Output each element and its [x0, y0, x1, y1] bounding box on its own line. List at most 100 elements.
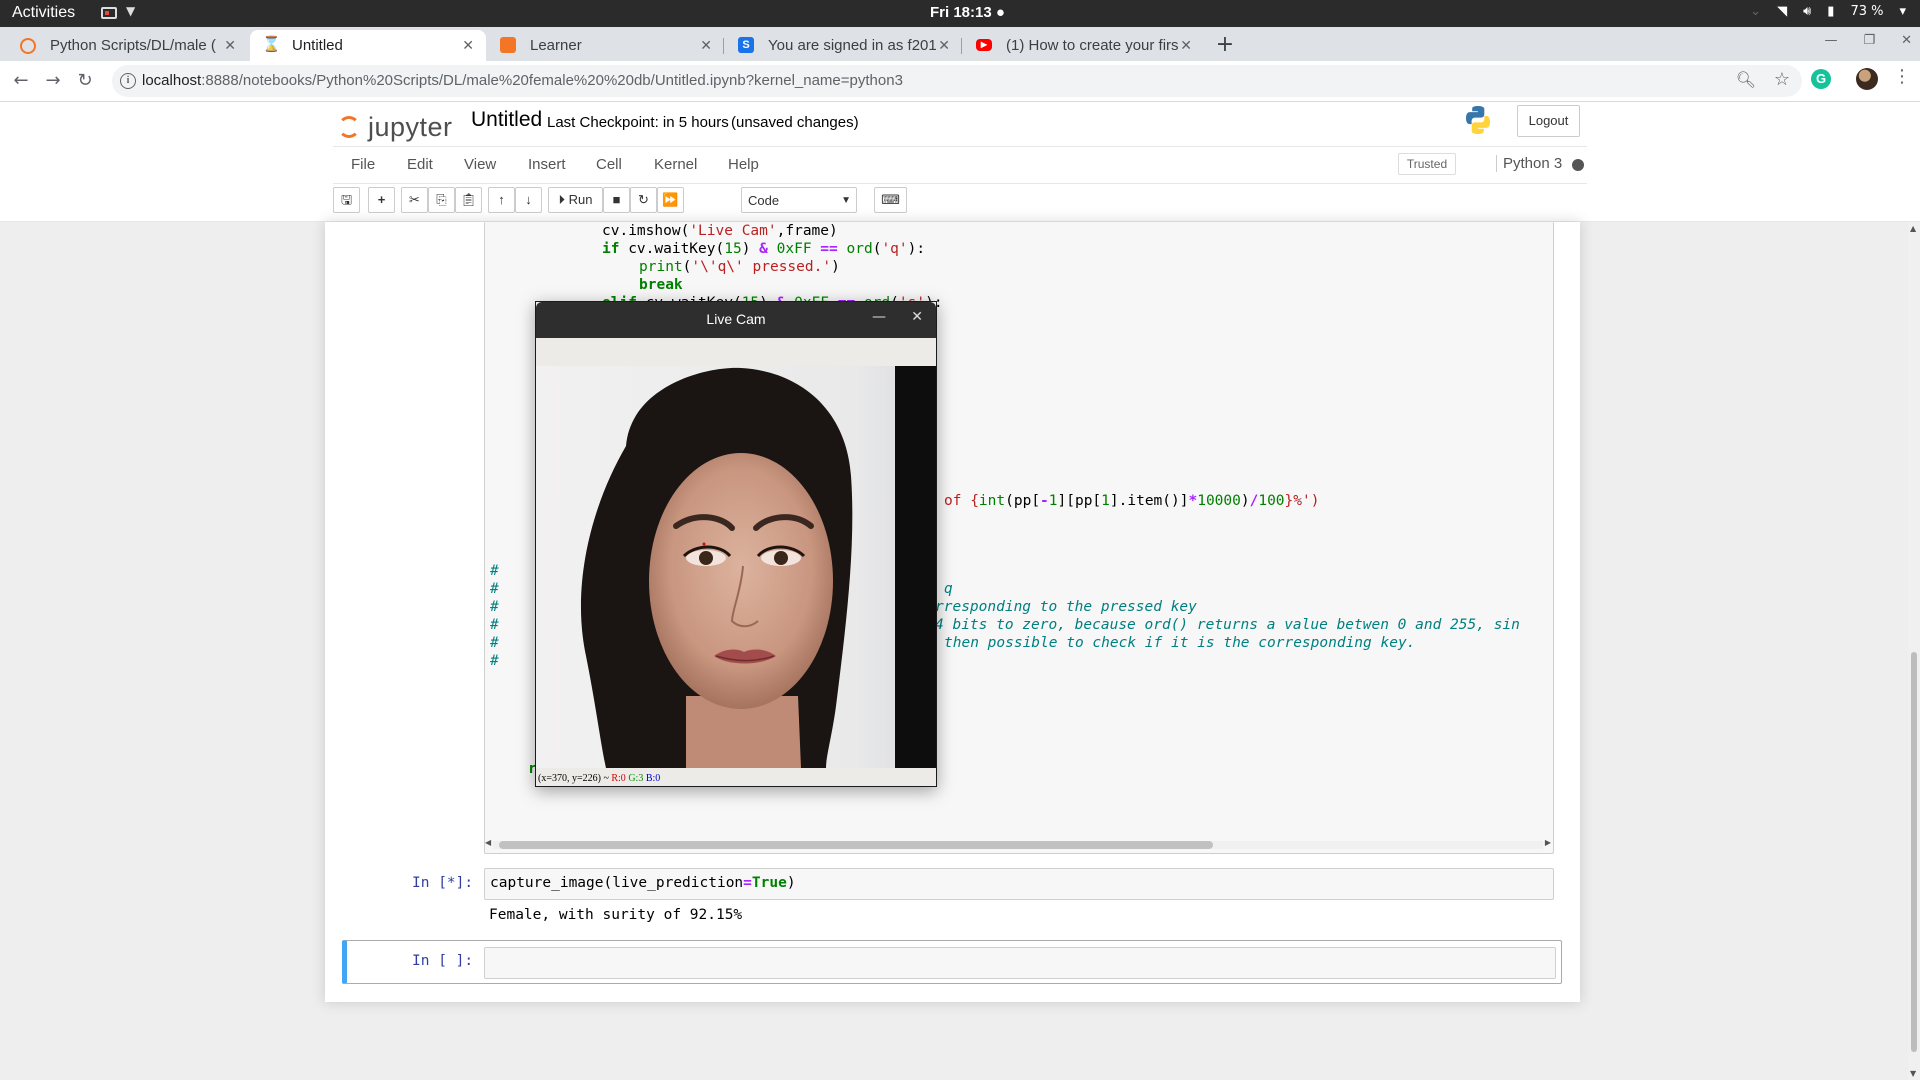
step-forward-icon: ⏵ [558, 192, 566, 207]
url-text[interactable]: localhost:8888/notebooks/Python%20Script… [142, 72, 903, 89]
menu-edit[interactable]: Edit [407, 156, 433, 173]
comment-line: # [490, 617, 499, 633]
menu-view[interactable]: View [464, 156, 496, 173]
tab-python-scripts[interactable]: Python Scripts/DL/male ( ✕ [8, 30, 248, 61]
logout-button[interactable]: Logout [1517, 105, 1580, 137]
battery-icon[interactable]: ▮ [1827, 4, 1834, 19]
live-cam-window[interactable]: Live Cam — ✕ (x=370, y=226) ~ R:0 G:3 B:… [535, 301, 937, 787]
notebook-menubar: File Edit View Insert Cell Kernel Help T… [333, 146, 1587, 184]
zoom-icon[interactable]: 🔍︎ [1736, 70, 1756, 89]
wifi-icon[interactable]: ◥ [1777, 4, 1787, 19]
cell-prompt: In [ ]: [412, 953, 474, 969]
address-bar[interactable]: i localhost:8888/notebooks/Python%20Scri… [112, 65, 1802, 97]
scrollbar-thumb[interactable] [499, 841, 1213, 849]
minimize-icon[interactable]: — [872, 309, 886, 325]
tab-learner[interactable]: Learner ✕ [488, 30, 724, 61]
notebook-name[interactable]: Untitled [471, 108, 542, 132]
interrupt-icon[interactable]: ■ [603, 187, 630, 213]
code-line[interactable]: capture_image(live_prediction=True) [490, 875, 796, 891]
camera-frame[interactable] [536, 366, 936, 768]
restart-icon[interactable]: ↻ [630, 187, 657, 213]
browser-tab-strip: Python Scripts/DL/male ( ✕ ⌛ Untitled ✕ … [0, 27, 1920, 61]
system-top-bar: Activities ▼ Fri 18:13 ● ⌄ ◥ 🔊︎ ▮ 73 % ▾ [0, 0, 1920, 27]
trusted-indicator[interactable]: Trusted [1398, 153, 1456, 175]
comment-line: 4 bits to zero, because ord() returns a … [935, 617, 1520, 633]
code-cell-input[interactable] [484, 947, 1556, 979]
cell-output-text: Female, with surity of 92.15% [489, 907, 743, 923]
kernel-busy-indicator [1572, 159, 1584, 171]
jupyter-header: jupyter Untitled Last Checkpoint: in 5 h… [0, 102, 1920, 222]
menu-file[interactable]: File [351, 156, 375, 173]
profile-avatar[interactable] [1856, 68, 1878, 90]
cut-icon[interactable]: ✂ [401, 187, 428, 213]
system-menu-chevron-icon[interactable]: ▾ [1899, 4, 1906, 19]
comment-line: rresponding to the pressed key [935, 599, 1197, 615]
code-line: print('\'q\' pressed.') [639, 259, 840, 275]
menu-help[interactable]: Help [728, 156, 759, 173]
restore-icon[interactable]: ❐ [1863, 33, 1875, 48]
scroll-right-icon[interactable]: ▶ [1545, 838, 1551, 847]
minimize-icon[interactable]: — [1824, 33, 1837, 48]
reload-icon[interactable]: ↻ [73, 69, 97, 93]
s-favicon-icon: S [738, 37, 754, 53]
system-tray[interactable]: ⌄ ◥ 🔊︎ ▮ 73 % ▾ [1750, 4, 1906, 19]
chevron-down-icon[interactable]: ▼ [126, 4, 135, 18]
comment-line: # [490, 599, 499, 615]
kernel-name[interactable]: Python 3 [1496, 155, 1562, 172]
run-button[interactable]: ⏵ Run [548, 187, 603, 213]
comment-line: # [490, 581, 499, 597]
bookmark-star-icon[interactable]: ☆ [1774, 69, 1790, 90]
menu-kernel[interactable]: Kernel [654, 156, 697, 173]
grammarly-extension-icon[interactable]: G [1811, 69, 1831, 89]
app-menu-icon[interactable] [101, 7, 117, 19]
checkpoint-status: Last Checkpoint: in 5 hours [547, 114, 729, 131]
clock[interactable]: Fri 18:13 ● [930, 4, 1005, 21]
move-down-icon[interactable]: ↓ [515, 187, 542, 213]
scroll-left-icon[interactable]: ◀ [485, 838, 491, 847]
notebook-toolbar: 🖫 + ✂ ⎘ 📋︎ ↑ ↓ ⏵ Run ■ ↻ ⏩ Code ▼ ⌨ [333, 187, 1587, 217]
close-icon[interactable]: ✕ [224, 30, 236, 61]
scrollbar-thumb[interactable] [1911, 652, 1917, 1052]
insert-cell-icon[interactable]: + [368, 187, 395, 213]
tab-untitled[interactable]: ⌛ Untitled ✕ [250, 30, 486, 61]
menu-cell[interactable]: Cell [596, 156, 622, 173]
close-icon[interactable]: ✕ [1180, 30, 1192, 61]
close-window-icon[interactable]: ✕ [1901, 33, 1912, 48]
code-cell-input[interactable]: capture_image(live_prediction=True) [484, 868, 1554, 900]
save-icon[interactable]: 🖫 [333, 187, 360, 213]
code-line: break [639, 277, 683, 293]
command-palette-keyboard-icon[interactable]: ⌨ [874, 187, 907, 213]
back-arrow-icon[interactable]: ← [9, 69, 33, 93]
volume-icon[interactable]: 🔊︎ [1803, 4, 1811, 19]
close-icon[interactable]: ✕ [700, 30, 712, 61]
activities-button[interactable]: Activities [12, 4, 75, 22]
browser-menu-icon[interactable]: ⋮ [1893, 66, 1911, 87]
scroll-down-icon[interactable]: ▼ [1910, 1069, 1916, 1078]
restart-run-all-icon[interactable]: ⏩ [657, 187, 684, 213]
chevron-down-icon: ▼ [841, 195, 851, 206]
page-scrollbar[interactable]: ▲ ▼ [1908, 222, 1920, 1080]
cell-type-select[interactable]: Code ▼ [741, 187, 857, 213]
copy-icon[interactable]: ⎘ [428, 187, 455, 213]
jupyter-logo-icon [338, 116, 360, 138]
close-icon[interactable]: ✕ [911, 309, 923, 325]
hourglass-favicon-icon: ⌛ [262, 36, 281, 53]
paste-icon[interactable]: 📋︎ [455, 187, 482, 213]
tab-title: Python Scripts/DL/male ( [50, 37, 216, 54]
menu-insert[interactable]: Insert [528, 156, 566, 173]
info-icon[interactable]: i [120, 73, 136, 89]
code-line: if cv.waitKey(15) & 0xFF == ord('q'): [602, 241, 926, 257]
code-line: of {int(pp[-1][pp[1].item()]*10000)/100}… [944, 493, 1320, 509]
close-icon[interactable]: ✕ [462, 30, 474, 61]
dropbox-icon[interactable]: ⌄ [1750, 4, 1761, 19]
new-tab-button[interactable]: + [1212, 32, 1238, 58]
tab-signed-in[interactable]: S You are signed in as f201 ✕ [726, 30, 962, 61]
battery-percent: 73 % [1850, 4, 1884, 19]
live-cam-titlebar[interactable]: Live Cam — ✕ [536, 302, 936, 338]
move-up-icon[interactable]: ↑ [488, 187, 515, 213]
forward-arrow-icon[interactable]: → [41, 69, 65, 93]
tab-youtube[interactable]: ▶ (1) How to create your firs ✕ [964, 30, 1204, 61]
scroll-up-icon[interactable]: ▲ [1910, 224, 1916, 233]
horizontal-scrollbar[interactable]: ◀ ▶ [485, 838, 1551, 850]
close-icon[interactable]: ✕ [938, 30, 950, 61]
